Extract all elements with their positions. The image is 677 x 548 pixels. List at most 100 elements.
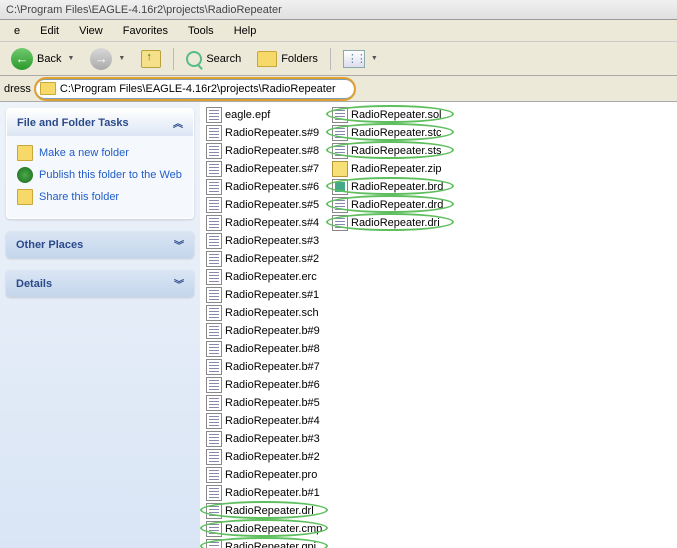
file-item[interactable]: RadioRepeater.b#5 — [204, 394, 324, 412]
file-item[interactable]: RadioRepeater.s#8 — [204, 142, 324, 160]
file-icon — [206, 395, 222, 411]
file-icon — [206, 521, 222, 537]
file-item[interactable]: RadioRepeater.s#7 — [204, 160, 324, 178]
file-name: RadioRepeater.s#8 — [225, 145, 319, 157]
file-item[interactable]: RadioRepeater.erc — [204, 268, 324, 286]
menu-favorites[interactable]: Favorites — [113, 23, 178, 39]
up-button[interactable] — [134, 46, 168, 72]
task-label: Make a new folder — [39, 147, 129, 159]
file-item[interactable]: RadioRepeater.stc — [330, 124, 450, 142]
chevron-down-icon: ▼ — [371, 55, 378, 62]
file-item[interactable]: RadioRepeater.b#6 — [204, 376, 324, 394]
task-label: Share this folder — [39, 191, 119, 203]
file-name: RadioRepeater.b#3 — [225, 433, 320, 445]
file-name: RadioRepeater.s#7 — [225, 163, 319, 175]
file-item[interactable]: RadioRepeater.b#1 — [204, 484, 324, 502]
file-item[interactable]: RadioRepeater.zip — [330, 160, 450, 178]
file-item[interactable]: RadioRepeater.s#9 — [204, 124, 324, 142]
file-item[interactable]: RadioRepeater.drd — [330, 196, 450, 214]
separator — [330, 48, 331, 70]
menu-tools[interactable]: Tools — [178, 23, 224, 39]
file-item[interactable]: RadioRepeater.b#9 — [204, 322, 324, 340]
folders-button[interactable]: Folders — [250, 47, 325, 71]
file-icon — [206, 341, 222, 357]
file-icon — [206, 179, 222, 195]
file-item[interactable]: RadioRepeater.brd — [330, 178, 450, 196]
file-list[interactable]: eagle.epf RadioRepeater.s#9 RadioRepeater.… — [200, 102, 677, 548]
file-item[interactable]: RadioRepeater.pro — [204, 466, 324, 484]
file-icon — [206, 413, 222, 429]
file-item[interactable]: RadioRepeater.b#3 — [204, 430, 324, 448]
file-name: RadioRepeater.sol — [351, 109, 442, 121]
file-item[interactable]: RadioRepeater.sts — [330, 142, 450, 160]
views-icon — [343, 50, 365, 68]
file-icon — [206, 161, 222, 177]
file-icon — [206, 287, 222, 303]
toolbar: ← Back ▼ → ▼ Search Folders ▼ — [0, 42, 677, 76]
menu-file[interactable]: e — [4, 23, 30, 39]
address-input[interactable]: C:\Program Files\EAGLE-4.16r2\projects\R… — [35, 79, 355, 99]
file-item[interactable]: RadioRepeater.b#2 — [204, 448, 324, 466]
back-label: Back — [37, 53, 61, 65]
file-name: RadioRepeater.b#8 — [225, 343, 320, 355]
file-name: RadioRepeater.s#1 — [225, 289, 319, 301]
file-name: RadioRepeater.b#7 — [225, 361, 320, 373]
file-name: RadioRepeater.s#3 — [225, 235, 319, 247]
file-icon — [332, 197, 348, 213]
file-item[interactable]: RadioRepeater.s#4 — [204, 214, 324, 232]
menu-help[interactable]: Help — [224, 23, 267, 39]
task-publish-web[interactable]: Publish this folder to the Web — [17, 164, 183, 186]
details-panel[interactable]: Details ︾ — [6, 270, 194, 297]
menu-view[interactable]: View — [69, 23, 113, 39]
file-item[interactable]: RadioRepeater.sch — [204, 304, 324, 322]
file-icon — [206, 449, 222, 465]
file-tasks-header[interactable]: File and Folder Tasks ︽ — [7, 109, 193, 136]
file-name: RadioRepeater.gpi — [225, 541, 316, 548]
file-item[interactable]: RadioRepeater.sol — [330, 106, 450, 124]
task-new-folder[interactable]: Make a new folder — [17, 142, 183, 164]
address-label: dress — [4, 83, 31, 95]
file-item[interactable]: RadioRepeater.s#3 — [204, 232, 324, 250]
expand-icon: ︾ — [174, 237, 184, 252]
file-item[interactable]: RadioRepeater.gpi — [204, 538, 324, 548]
file-name: RadioRepeater.drd — [351, 199, 443, 211]
file-name: RadioRepeater.b#5 — [225, 397, 320, 409]
chevron-down-icon: ▼ — [67, 55, 74, 62]
file-icon — [332, 125, 348, 141]
other-places-panel[interactable]: Other Places ︾ — [6, 231, 194, 258]
file-icon — [206, 323, 222, 339]
search-button[interactable]: Search — [179, 47, 248, 71]
file-item[interactable]: RadioRepeater.b#7 — [204, 358, 324, 376]
forward-button[interactable]: → ▼ — [83, 44, 132, 74]
views-button[interactable]: ▼ — [336, 46, 385, 72]
file-item[interactable]: RadioRepeater.drl — [204, 502, 324, 520]
file-item[interactable]: eagle.epf — [204, 106, 324, 124]
file-name: RadioRepeater.b#9 — [225, 325, 320, 337]
file-item[interactable]: RadioRepeater.s#5 — [204, 196, 324, 214]
chevron-down-icon: ▼ — [118, 55, 125, 62]
file-tasks-body: Make a new folder Publish this folder to… — [7, 136, 193, 218]
file-item[interactable]: RadioRepeater.b#4 — [204, 412, 324, 430]
file-icon — [332, 143, 348, 159]
expand-icon: ︾ — [174, 276, 184, 291]
file-item[interactable]: RadioRepeater.b#8 — [204, 340, 324, 358]
back-button[interactable]: ← Back ▼ — [4, 44, 81, 74]
menu-edit[interactable]: Edit — [30, 23, 69, 39]
file-item[interactable]: RadioRepeater.cmp — [204, 520, 324, 538]
file-icon — [206, 269, 222, 285]
up-folder-icon — [141, 50, 161, 68]
file-name: eagle.epf — [225, 109, 270, 121]
file-item[interactable]: RadioRepeater.s#2 — [204, 250, 324, 268]
file-item[interactable]: RadioRepeater.s#6 — [204, 178, 324, 196]
file-icon — [332, 161, 348, 177]
back-icon: ← — [11, 48, 33, 70]
file-icon — [332, 179, 348, 195]
file-item[interactable]: RadioRepeater.s#1 — [204, 286, 324, 304]
separator — [173, 48, 174, 70]
file-item[interactable]: RadioRepeater.dri — [330, 214, 450, 232]
file-name: RadioRepeater.s#6 — [225, 181, 319, 193]
task-share-folder[interactable]: Share this folder — [17, 186, 183, 208]
folder-icon — [257, 51, 277, 67]
file-tasks-title: File and Folder Tasks — [17, 117, 129, 129]
file-name: RadioRepeater.brd — [351, 181, 443, 193]
